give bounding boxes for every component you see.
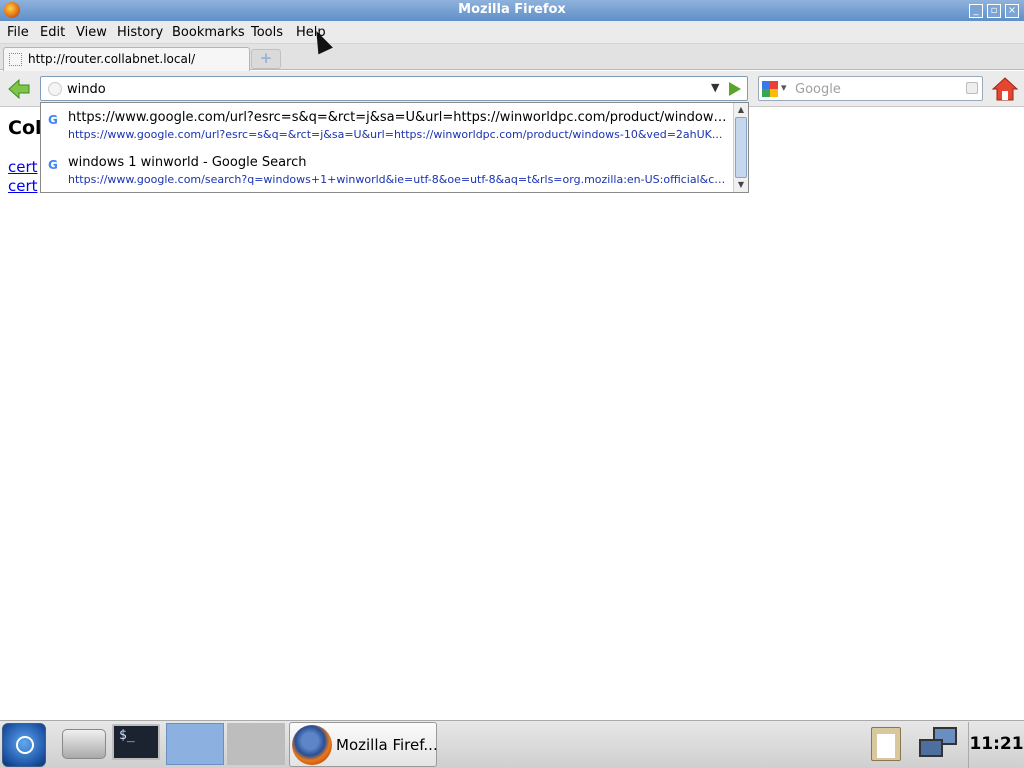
cert-link-2[interactable]: cert (8, 177, 38, 195)
back-arrow-icon[interactable] (8, 79, 30, 99)
menu-tools[interactable]: Tools (251, 25, 283, 40)
drive-icon[interactable] (62, 729, 106, 759)
autocomplete-url: https://www.google.com/url?esrc=s&q=&rct… (68, 128, 723, 141)
url-autocomplete-popup: G https://www.google.com/url?esrc=s&q=&r… (40, 102, 749, 193)
search-bar[interactable]: ▾ (758, 76, 983, 101)
menu-history[interactable]: History (117, 25, 163, 40)
close-icon[interactable]: × (1005, 4, 1019, 18)
workspace-1[interactable] (166, 723, 224, 765)
task-label: Mozilla Firef... (336, 736, 438, 754)
clipboard-paper (877, 734, 895, 758)
tab-label: http://router.collabnet.local/ (28, 52, 196, 66)
autocomplete-item[interactable]: G windows 1 winworld - Google Search htt… (41, 151, 733, 196)
url-bar[interactable]: ▼ (40, 76, 748, 101)
clock[interactable]: 11:21 (968, 722, 1024, 768)
page-content: Coll cert cert (0, 108, 1024, 720)
start-menu-button[interactable] (2, 723, 46, 767)
url-input[interactable] (67, 80, 707, 98)
taskbar: $_ Mozilla Firef... 11:21 (0, 720, 1024, 768)
home-icon[interactable] (992, 77, 1018, 101)
scroll-up-icon[interactable]: ▲ (735, 104, 747, 116)
menu-edit[interactable]: Edit (40, 25, 65, 40)
autocomplete-item[interactable]: G https://www.google.com/url?esrc=s&q=&r… (41, 106, 733, 151)
network-icon[interactable] (917, 725, 959, 761)
google-favicon-icon: G (48, 113, 58, 127)
title-bar: Mozilla Firefox _ ▫ × (0, 0, 1024, 21)
menu-file[interactable]: File (7, 25, 29, 40)
new-tab-button[interactable]: + (251, 49, 281, 69)
terminal-icon[interactable]: $_ (112, 724, 160, 760)
workspace-2[interactable] (227, 723, 285, 765)
autocomplete-title: windows 1 winworld - Google Search (68, 155, 307, 170)
firefox-icon (292, 725, 332, 765)
autocomplete-scrollbar[interactable]: ▲ ▼ (733, 103, 748, 192)
network-monitor-front (919, 739, 943, 757)
engine-chevron-down-icon[interactable]: ▾ (781, 81, 787, 94)
google-favicon-icon: G (48, 158, 58, 172)
menu-bookmarks[interactable]: Bookmarks (172, 25, 245, 40)
autocomplete-url: https://www.google.com/search?q=windows+… (68, 173, 728, 186)
tab-router[interactable]: http://router.collabnet.local/ (3, 47, 250, 71)
cert-link-1[interactable]: cert (8, 158, 38, 176)
search-input[interactable] (795, 80, 960, 98)
scroll-down-icon[interactable]: ▼ (735, 179, 747, 191)
minimize-icon[interactable]: _ (969, 4, 983, 18)
taskbar-firefox-button[interactable]: Mozilla Firef... (289, 722, 438, 767)
search-icon[interactable] (966, 82, 978, 94)
menu-view[interactable]: View (76, 25, 107, 40)
site-identity-icon[interactable] (48, 82, 62, 96)
chevron-down-icon[interactable]: ▼ (711, 81, 719, 94)
maximize-icon[interactable]: ▫ (987, 4, 1001, 18)
page-favicon-icon (9, 53, 22, 66)
autocomplete-title: https://www.google.com/url?esrc=s&q=&rct… (68, 110, 728, 125)
scrollbar-thumb[interactable] (735, 117, 747, 178)
go-arrow-icon[interactable] (729, 82, 741, 96)
window-title: Mozilla Firefox (458, 2, 566, 17)
google-icon[interactable] (762, 81, 778, 97)
tab-bar: http://router.collabnet.local/ + (0, 44, 1024, 71)
start-logo-icon (16, 736, 34, 754)
clipboard-icon[interactable] (871, 727, 901, 761)
menu-bar: File Edit View History Bookmarks Tools H… (0, 21, 1024, 44)
